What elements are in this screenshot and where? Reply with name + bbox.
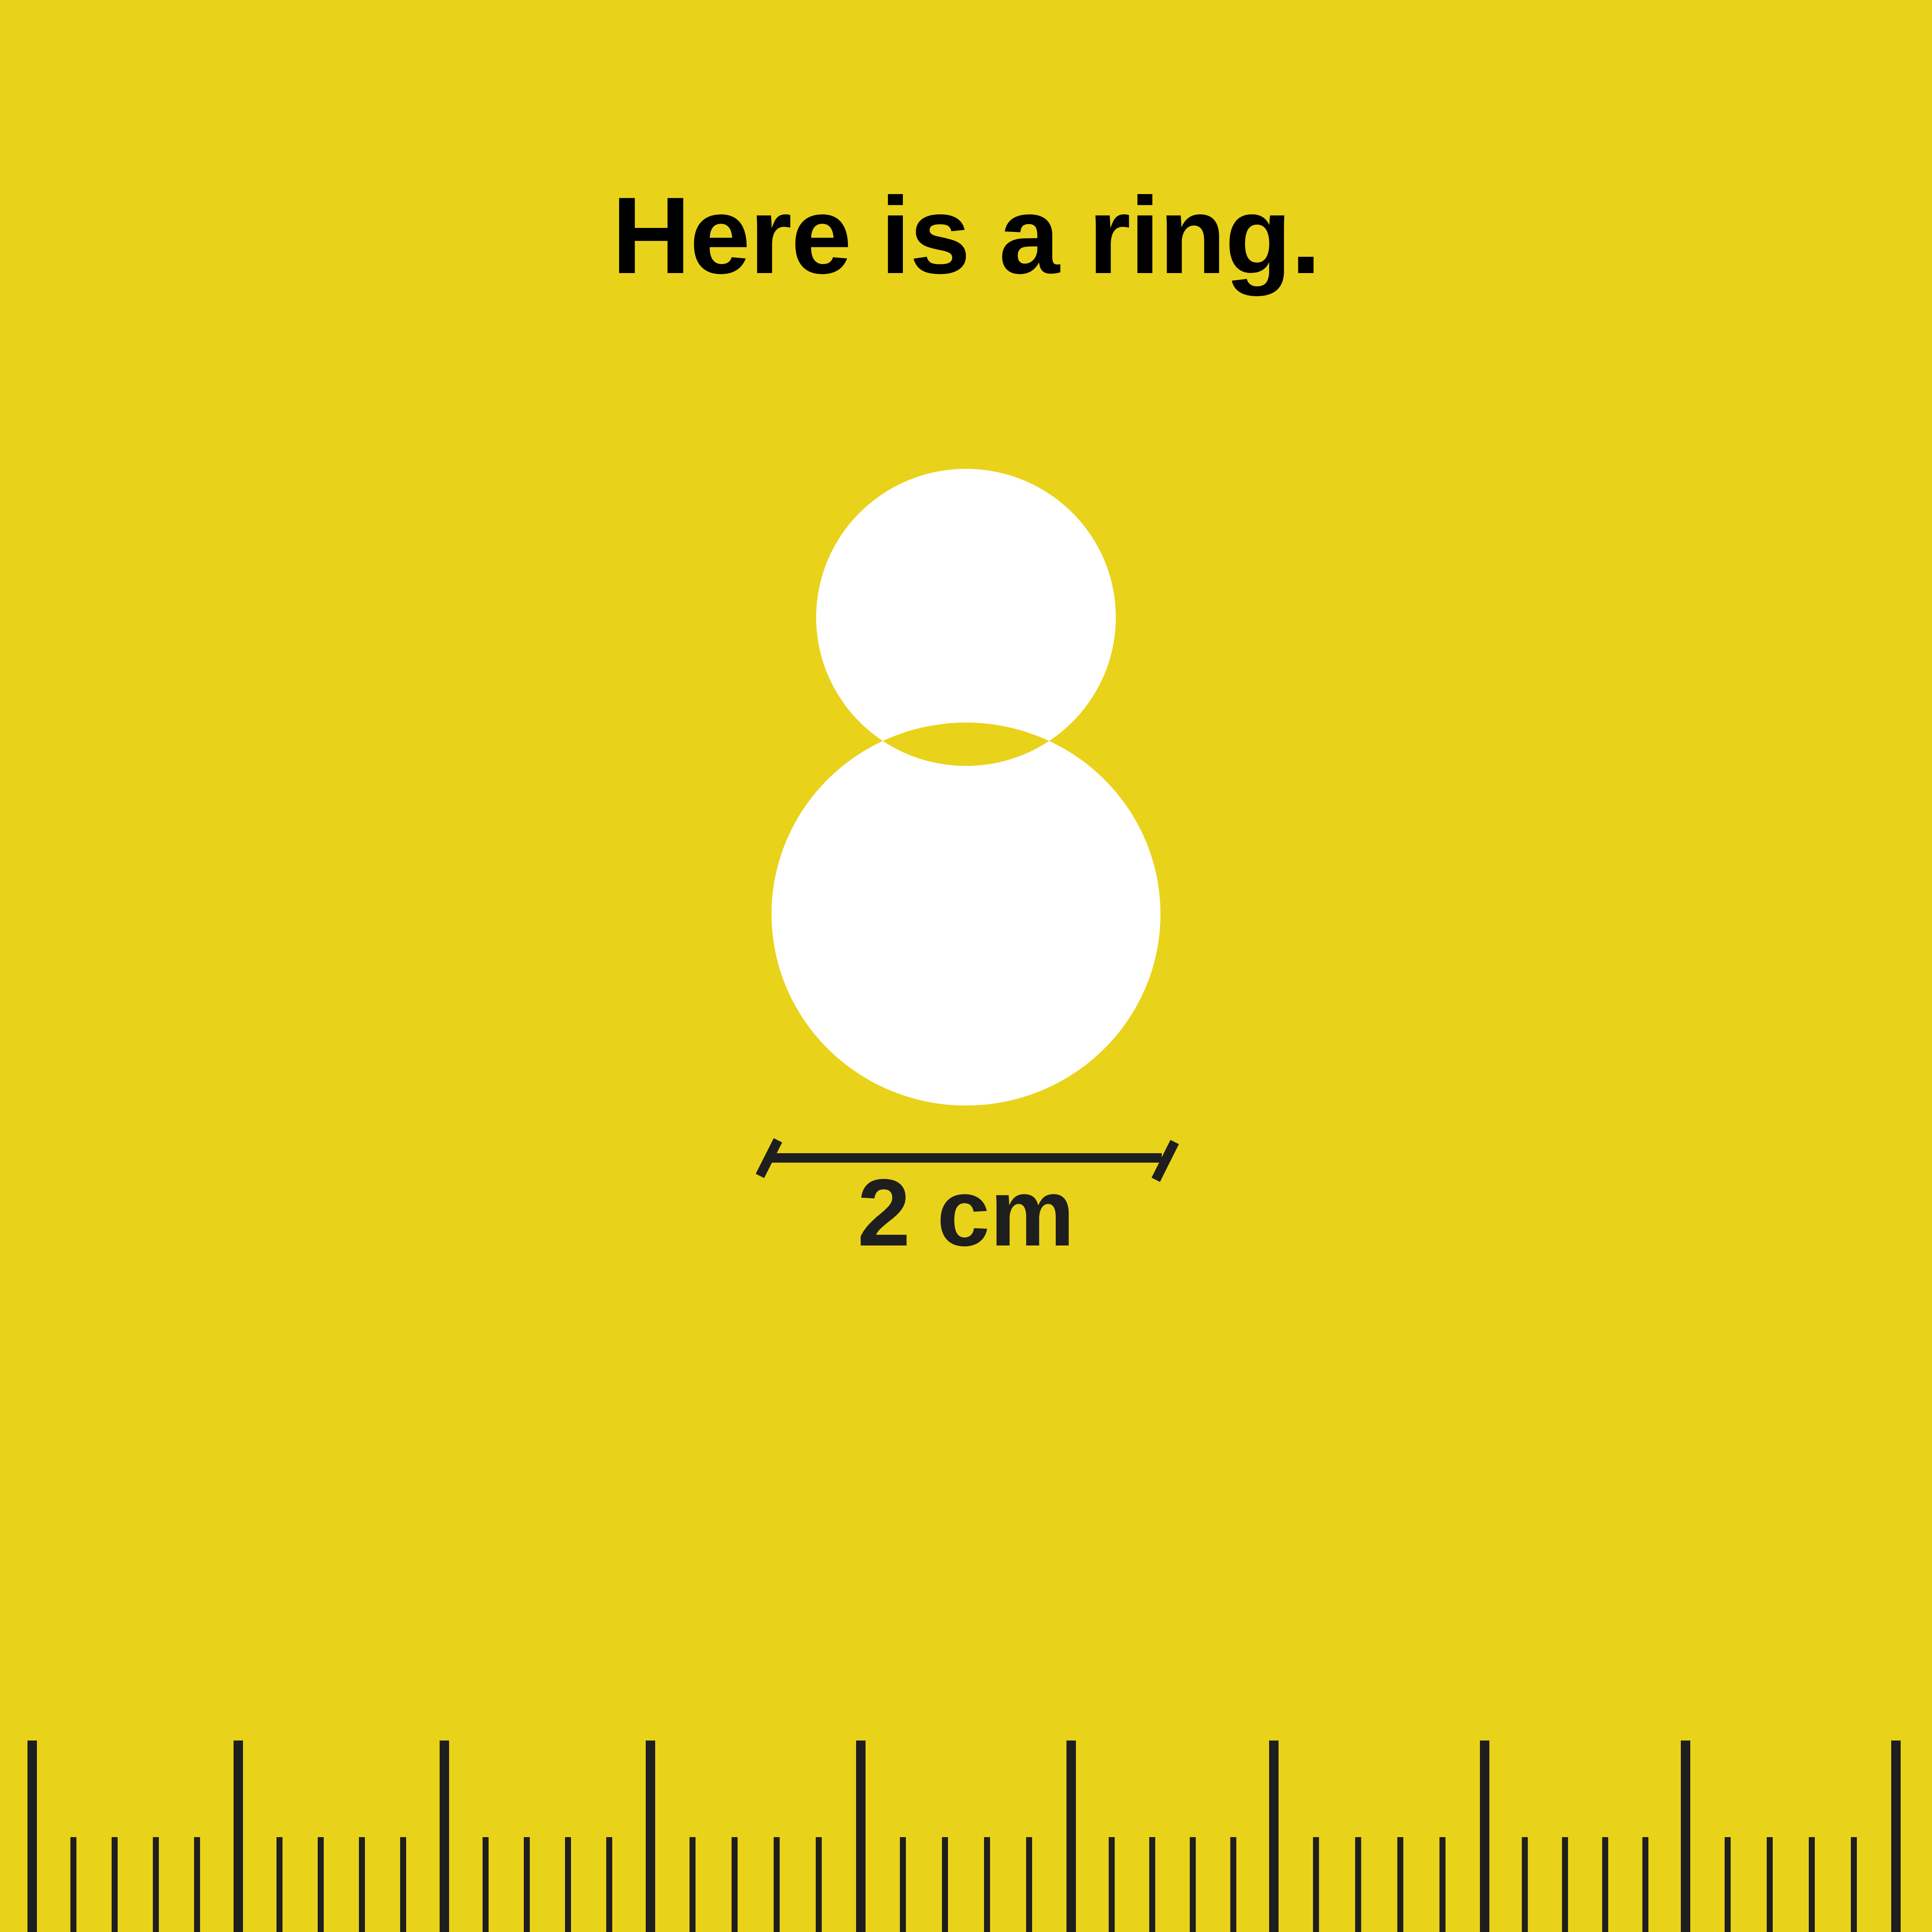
ruler-minor-tick — [690, 1837, 696, 1932]
ruler-major-tick — [1891, 1741, 1901, 1932]
ruler-ticks — [27, 1741, 1901, 1932]
ruler-minor-tick — [606, 1837, 612, 1932]
ruler-icon — [27, 1741, 1901, 1932]
ruler-major-tick — [1681, 1741, 1690, 1932]
ruler-minor-tick — [732, 1837, 738, 1932]
ruler-minor-tick — [1439, 1837, 1446, 1932]
ruler-minor-tick — [942, 1837, 948, 1932]
ruler-minor-tick — [276, 1837, 283, 1932]
ruler-minor-tick — [1397, 1837, 1403, 1932]
ruler-minor-tick — [1562, 1837, 1568, 1932]
ruler-minor-tick — [1725, 1837, 1731, 1932]
ruler-minor-tick — [565, 1837, 571, 1932]
ruler-minor-tick — [1313, 1837, 1319, 1932]
ruler-minor-tick — [318, 1837, 324, 1932]
ruler-major-tick — [646, 1741, 655, 1932]
ruler-major-tick — [440, 1741, 449, 1932]
ruler-minor-tick — [1026, 1837, 1032, 1932]
ruler-minor-tick — [70, 1837, 76, 1932]
ruler-minor-tick — [1109, 1837, 1115, 1932]
ruler-minor-tick — [153, 1837, 159, 1932]
ruler-major-tick — [1269, 1741, 1279, 1932]
ruler-minor-tick — [483, 1837, 489, 1932]
ruler-minor-tick — [112, 1837, 118, 1932]
ruler-major-tick — [1480, 1741, 1489, 1932]
ruler-major-tick — [27, 1741, 37, 1932]
ruler-minor-tick — [774, 1837, 780, 1932]
ruler-minor-tick — [816, 1837, 822, 1932]
ruler-minor-tick — [1522, 1837, 1528, 1932]
ruler-minor-tick — [1602, 1837, 1608, 1932]
ruler-minor-tick — [1767, 1837, 1773, 1932]
ruler-minor-tick — [194, 1837, 200, 1932]
ruler-minor-tick — [1642, 1837, 1649, 1932]
ruler-major-tick — [234, 1741, 243, 1932]
ruler-minor-tick — [359, 1837, 365, 1932]
ruler-minor-tick — [1230, 1837, 1236, 1932]
ruler-minor-tick — [1190, 1837, 1196, 1932]
ruler-major-tick — [856, 1741, 866, 1932]
ruler-minor-tick — [524, 1837, 530, 1932]
ruler-major-tick — [1066, 1741, 1076, 1932]
ruler-minor-tick — [984, 1837, 990, 1932]
ruler-minor-tick — [900, 1837, 906, 1932]
ruler-minor-tick — [1355, 1837, 1361, 1932]
ruler-minor-tick — [1851, 1837, 1857, 1932]
ruler-minor-tick — [1809, 1837, 1815, 1932]
ruler-minor-tick — [400, 1837, 406, 1932]
ruler-minor-tick — [1149, 1837, 1155, 1932]
